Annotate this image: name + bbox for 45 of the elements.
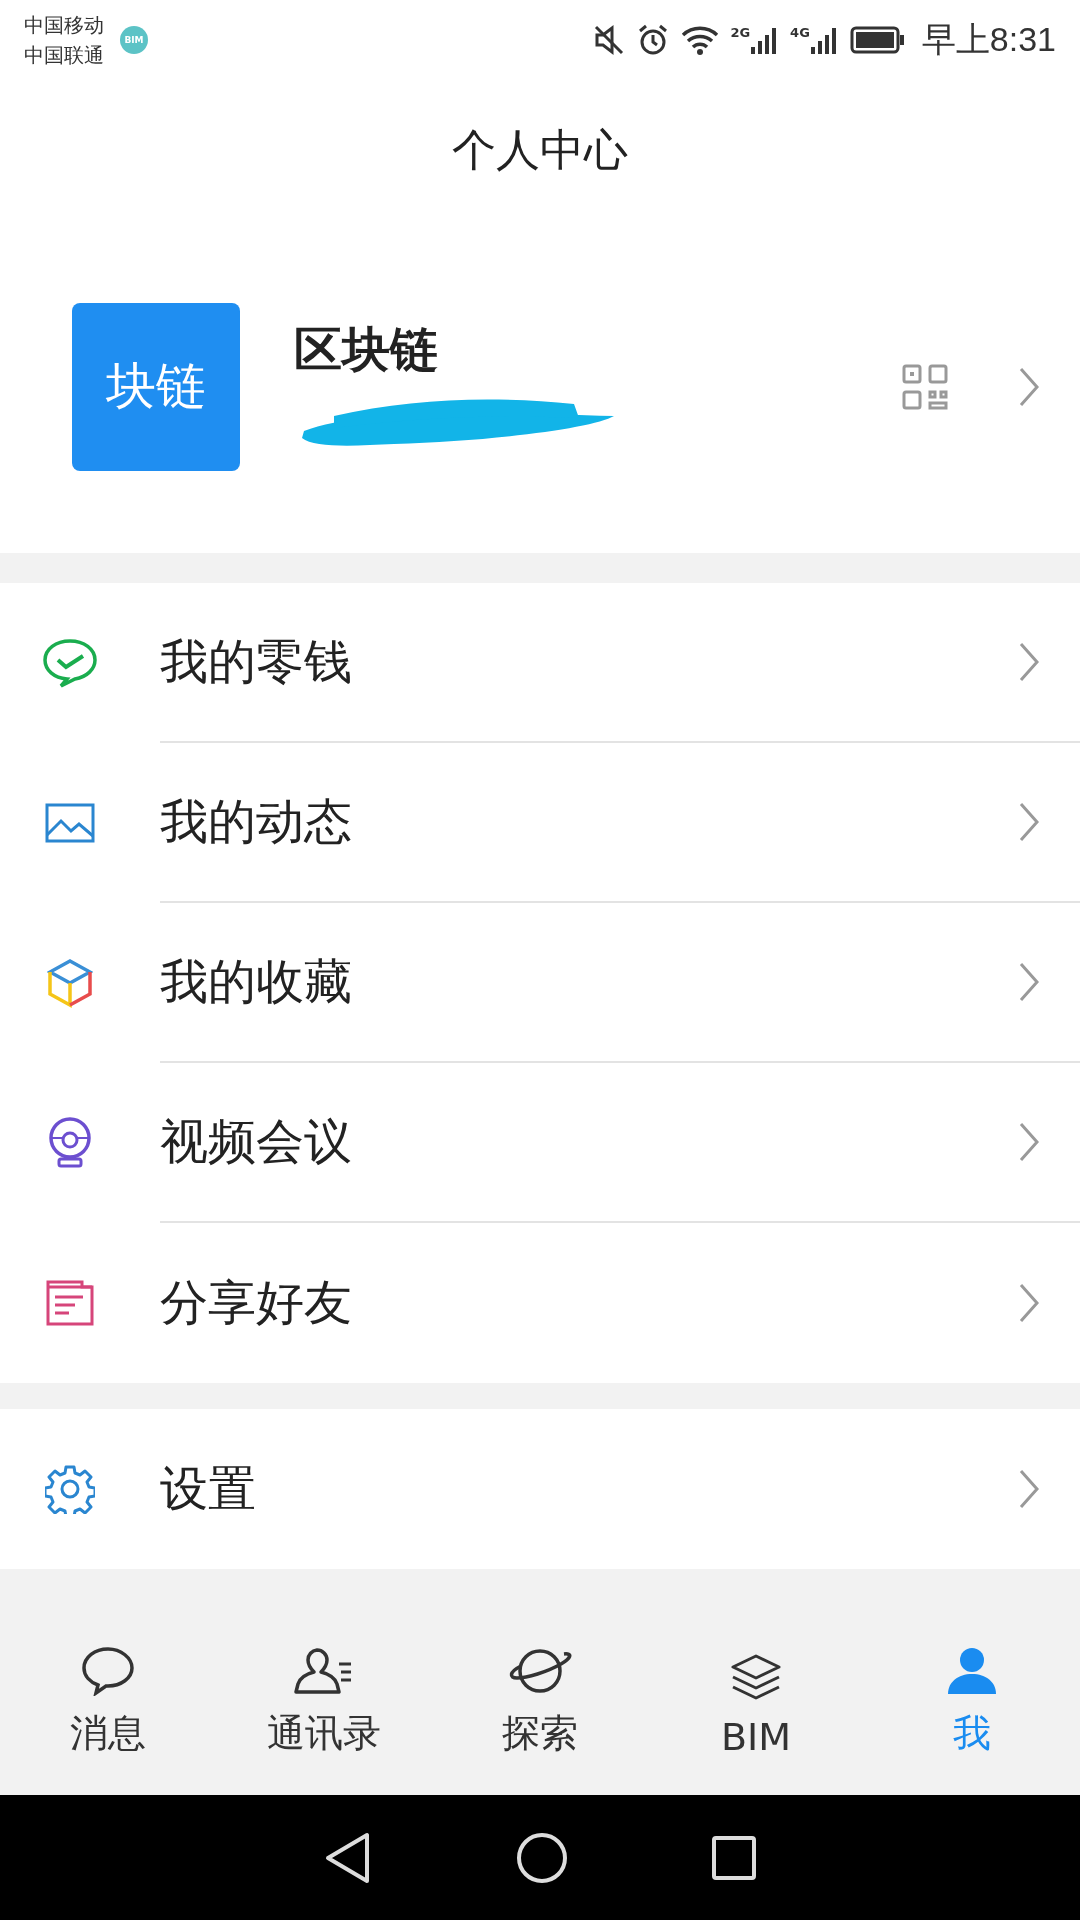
tab[interactable]: 探索 xyxy=(450,1646,630,1759)
app-notification-icon: BIM xyxy=(120,26,148,54)
chevron-right-icon xyxy=(1018,1282,1040,1324)
menu-item[interactable]: 我的收藏 xyxy=(0,903,1080,1063)
menu-label: 我的零钱 xyxy=(160,632,352,691)
menu-item[interactable]: 视频会议 xyxy=(0,1063,1080,1223)
clock-time: 早上8:31 xyxy=(921,19,1056,60)
webcam-icon xyxy=(47,1117,93,1169)
menu-label: 设置 xyxy=(160,1459,256,1518)
chevron-right-icon xyxy=(1018,961,1040,1003)
menu-label: 分享好友 xyxy=(160,1273,352,1332)
document-icon xyxy=(45,1279,95,1327)
menu-item[interactable]: 我的零钱 xyxy=(0,583,1080,743)
user-name: 区块链 xyxy=(294,319,439,379)
menu-item[interactable]: 设置 xyxy=(0,1409,1080,1569)
avatar: 块链 xyxy=(72,302,240,471)
menu-label: 我的动态 xyxy=(160,792,352,851)
carrier-name: 中国移动 xyxy=(24,12,104,39)
menu-item[interactable]: 分享好友 xyxy=(0,1223,1080,1383)
menu-label: 我的收藏 xyxy=(160,952,352,1011)
chevron-right-icon xyxy=(1018,641,1040,683)
carrier-name: 中国联通 xyxy=(24,42,104,69)
menu-item[interactable]: 我的动态 xyxy=(0,743,1080,903)
qr-code-icon[interactable] xyxy=(902,363,948,410)
chat-check-icon xyxy=(42,638,98,688)
tab[interactable]: 消息 xyxy=(18,1646,198,1759)
battery-icon xyxy=(849,25,906,55)
recents-icon[interactable] xyxy=(711,1834,757,1881)
chevron-right-icon[interactable] xyxy=(1018,365,1040,408)
network-type-label: 4G xyxy=(790,25,810,40)
chevron-right-icon xyxy=(1018,1121,1040,1163)
home-icon[interactable] xyxy=(516,1831,568,1884)
chevron-right-icon xyxy=(1018,801,1040,843)
menu-label: 视频会议 xyxy=(160,1112,352,1171)
chat-bubble-icon xyxy=(81,1646,135,1696)
tab[interactable]: BIM xyxy=(666,1653,846,1759)
network-type-label: 2G xyxy=(730,25,751,40)
chevron-right-icon xyxy=(1018,1468,1040,1510)
planet-icon xyxy=(507,1646,573,1696)
person-icon xyxy=(945,1646,999,1696)
image-icon xyxy=(45,803,95,843)
cube-icon xyxy=(47,958,93,1008)
settings-icon xyxy=(45,1464,95,1514)
page-title: 个人中心 xyxy=(452,122,628,177)
tab[interactable]: 通讯录 xyxy=(234,1646,414,1759)
